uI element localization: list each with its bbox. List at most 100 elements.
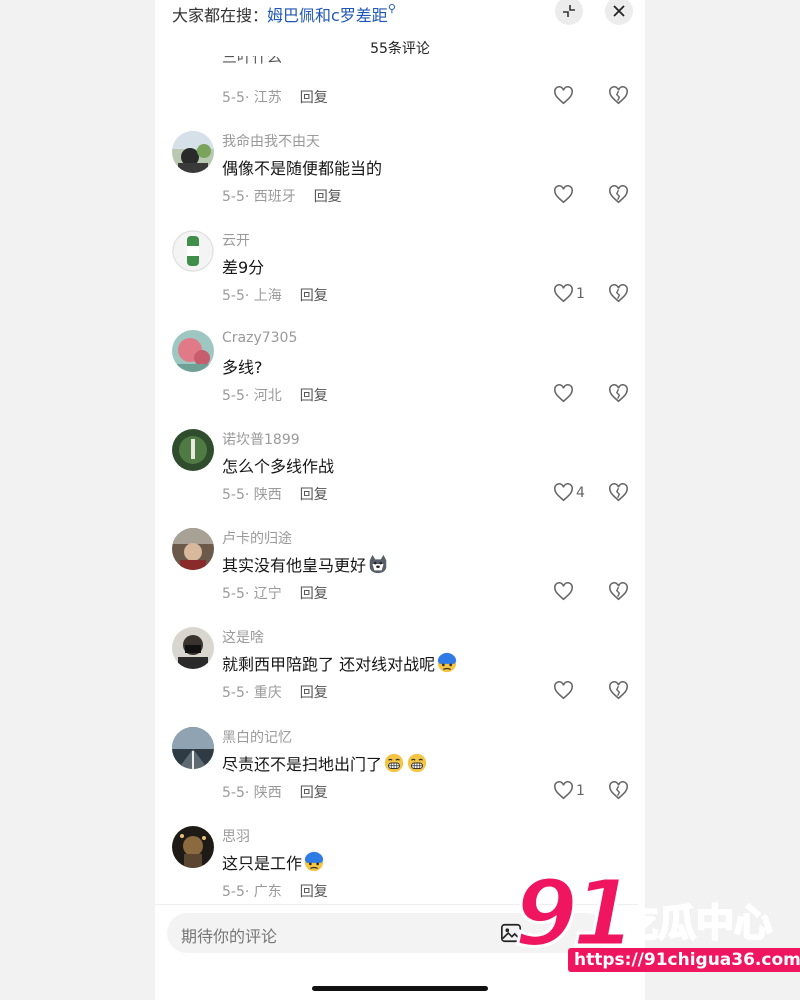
comment-username[interactable]: 黑白的记忆	[222, 727, 292, 747]
comment-input-placeholder: 期待你的评论	[181, 927, 278, 946]
like-button[interactable]	[553, 185, 576, 204]
dislike-button[interactable]	[608, 86, 629, 109]
heart-icon	[554, 86, 573, 105]
broken-heart-icon	[609, 681, 628, 700]
grinning-emoji-icon	[384, 753, 404, 773]
comment-meta: 5-5· 西班牙 回复	[222, 189, 342, 205]
like-button[interactable]	[553, 681, 576, 700]
dislike-button[interactable]	[608, 781, 629, 804]
broken-heart-icon	[609, 483, 628, 502]
crying-emoji-icon	[304, 851, 324, 872]
reply-button[interactable]: 回复	[314, 189, 342, 205]
comment-meta: 5-5· 广东 回复	[222, 884, 328, 900]
heart-icon	[554, 681, 573, 700]
collapse-button[interactable]	[555, 0, 583, 25]
heart-icon	[554, 582, 573, 601]
like-button[interactable]: 1	[553, 284, 585, 303]
comment-item: 卢卡的归途 其实没有他皇马更好 5-5· 辽宁 回复	[155, 528, 645, 618]
avatar[interactable]	[172, 330, 214, 372]
dislike-button[interactable]	[608, 284, 629, 307]
search-prefix: 大家都在搜：	[172, 6, 269, 25]
broken-heart-icon	[609, 185, 628, 204]
grinning-emoji-icon	[407, 753, 427, 773]
dislike-button[interactable]	[608, 185, 629, 208]
home-indicator	[312, 986, 488, 991]
dislike-button[interactable]	[608, 384, 629, 407]
like-count: 1	[576, 285, 585, 302]
heart-icon	[554, 185, 573, 204]
avatar[interactable]	[172, 429, 214, 471]
close-icon	[613, 5, 625, 17]
comments-sheet: 大家都在搜： 姆巴佩和c罗差距⚲ 55条评论 三叶什么 5-5· 江苏回复	[155, 0, 645, 1000]
comment-item: 这是啥 就剩西甲陪跑了 还对线对战呢 5-5· 重庆 回复	[155, 627, 645, 717]
comment-text: 其实没有他皇马更好	[222, 552, 389, 576]
heart-icon	[554, 384, 573, 403]
avatar[interactable]	[172, 627, 214, 669]
comment-item: 黑白的记忆 尽责还不是扫地出门了 5-5· 陕西 回复 1	[155, 727, 645, 817]
comment-item: Crazy7305 多线? 5-5· 河北 回复	[155, 330, 645, 420]
comment-item: 诺坎普1899 怎么个多线作战 5-5· 陕西 回复 4	[155, 429, 645, 519]
comment-item: 5-5· 江苏 回复	[155, 32, 645, 122]
heart-icon	[554, 284, 573, 303]
search-suggestion-bar: 大家都在搜： 姆巴佩和c罗差距⚲	[155, 0, 645, 26]
broken-heart-icon	[609, 781, 628, 800]
comment-username[interactable]: 思羽	[222, 826, 250, 846]
broken-heart-icon	[609, 582, 628, 601]
avatar[interactable]	[172, 727, 214, 769]
avatar[interactable]	[172, 826, 214, 868]
comment-meta: 5-5· 河北 回复	[222, 388, 328, 404]
reply-button[interactable]: 回复	[300, 388, 328, 404]
reply-button[interactable]: 回复	[300, 785, 328, 801]
comment-username[interactable]: 我命由我不由天	[222, 131, 320, 151]
avatar[interactable]	[172, 230, 214, 272]
collapse-icon	[563, 5, 575, 17]
comment-meta: 5-5· 江苏 回复	[222, 90, 328, 106]
broken-heart-icon	[609, 86, 628, 105]
comment-item: 云开 差9分 5-5· 上海 回复 1	[155, 230, 645, 320]
search-suggestion-link[interactable]: 姆巴佩和c罗差距⚲	[267, 2, 396, 26]
comment-text: 怎么个多线作战	[222, 457, 335, 476]
reply-button[interactable]: 回复	[300, 586, 328, 602]
husky-emoji-icon	[369, 554, 387, 574]
dislike-button[interactable]	[608, 582, 629, 605]
dislike-button[interactable]	[608, 681, 629, 704]
search-icon: ⚲	[387, 2, 396, 15]
comment-username[interactable]: 这是啥	[222, 627, 264, 647]
like-count: 4	[576, 484, 585, 501]
like-button[interactable]: 1	[553, 781, 585, 800]
reply-button[interactable]: 回复	[300, 288, 328, 304]
comment-username[interactable]: 卢卡的归途	[222, 528, 292, 548]
comment-meta: 5-5· 陕西 回复	[222, 785, 328, 801]
comment-text: 多线?	[222, 358, 263, 377]
close-button[interactable]	[605, 0, 633, 25]
watermark-name: 吃瓜中心	[619, 900, 773, 946]
crying-emoji-icon	[437, 652, 457, 673]
comment-text: 就剩西甲陪跑了 还对线对战呢	[222, 651, 458, 675]
dislike-button[interactable]	[608, 483, 629, 506]
reply-button[interactable]: 回复	[300, 884, 328, 900]
watermark-logo: 91 吃瓜中心 https://91chigua36.com	[512, 859, 800, 988]
avatar[interactable]	[172, 528, 214, 570]
like-button[interactable]: 4	[553, 483, 585, 502]
comment-meta: 5-5· 重庆 回复	[222, 685, 328, 701]
like-button[interactable]	[553, 384, 576, 403]
broken-heart-icon	[609, 284, 628, 303]
like-count: 1	[576, 782, 585, 799]
comment-meta: 5-5· 上海 回复	[222, 288, 328, 304]
comment-username[interactable]: 诺坎普1899	[222, 429, 300, 449]
broken-heart-icon	[609, 384, 628, 403]
comment-text: 这只是工作	[222, 850, 325, 874]
watermark-url: https://91chigua36.com	[568, 948, 800, 972]
heart-icon	[554, 483, 573, 502]
comment-username[interactable]: 云开	[222, 230, 250, 250]
comment-meta: 5-5· 辽宁 回复	[222, 586, 328, 602]
like-button[interactable]	[553, 582, 576, 601]
reply-button[interactable]: 回复	[300, 90, 328, 106]
comment-meta: 5-5· 陕西 回复	[222, 487, 328, 503]
avatar[interactable]	[172, 131, 214, 173]
reply-button[interactable]: 回复	[300, 487, 328, 503]
heart-icon	[554, 781, 573, 800]
comment-username[interactable]: Crazy7305	[222, 330, 297, 346]
like-button[interactable]	[553, 86, 574, 105]
reply-button[interactable]: 回复	[300, 685, 328, 701]
